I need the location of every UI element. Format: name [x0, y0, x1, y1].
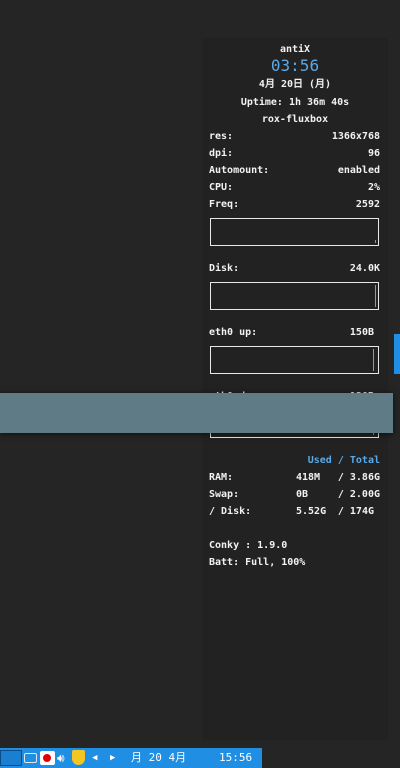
cpu-label: CPU:	[209, 182, 234, 193]
window-strip[interactable]	[0, 393, 393, 433]
dpi-label: dpi:	[209, 148, 234, 159]
eth-up-graph-line	[373, 349, 374, 371]
freq-label: Freq:	[209, 199, 240, 210]
res-label: res:	[209, 131, 234, 142]
disk-value: 24.0K	[349, 263, 380, 274]
cpu-graph	[210, 218, 379, 246]
automount-label: Automount:	[209, 165, 270, 176]
battery-status: Batt: Full, 100%	[209, 557, 306, 568]
freq-value: 2592	[355, 199, 380, 210]
disk-usage-total: / 174G	[337, 506, 374, 517]
automount-value: enabled	[337, 165, 380, 176]
disk-label: Disk:	[209, 263, 240, 274]
volume-icon[interactable]: 🔊︎	[57, 748, 65, 768]
hostname: antiX	[279, 44, 311, 55]
window-manager: rox-fluxbox	[261, 114, 329, 125]
taskbar-empty-area	[262, 748, 400, 768]
uptime: Uptime: 1h 36m 40s	[240, 97, 350, 108]
ram-used: 418M	[296, 472, 321, 483]
shield-icon[interactable]	[72, 750, 85, 765]
disk-usage-used: 5.52G	[296, 506, 327, 517]
swap-label: Swap:	[209, 489, 240, 500]
used-total-header: Used / Total	[307, 455, 380, 466]
eth-up-value: 150B	[349, 327, 374, 338]
japan-flag-icon[interactable]	[40, 751, 55, 765]
disk-usage-label: / Disk:	[209, 506, 252, 517]
conky-date: 4月 20日 (月)	[258, 79, 332, 90]
conky-version: Conky : 1.9.0	[209, 540, 288, 551]
eth-up-graph	[210, 346, 379, 374]
swap-total: / 2.00G	[337, 489, 380, 500]
conky-panel: antiX 03:56 4月 20日 (月) Uptime: 1h 36m 40…	[202, 38, 388, 740]
arrow-right-icon[interactable]: ▶	[110, 748, 115, 768]
disk-graph	[210, 282, 379, 310]
cpu-value: 2%	[367, 182, 380, 193]
eth-up-label: eth0 up:	[209, 327, 258, 338]
taskbar-date[interactable]: 月 20 4月	[131, 748, 186, 768]
keyboard-icon[interactable]	[24, 753, 37, 763]
side-panel-tab[interactable]	[394, 334, 400, 374]
disk-graph-line	[375, 285, 376, 307]
conky-clock: 03:56	[270, 56, 320, 75]
ram-label: RAM:	[209, 472, 234, 483]
start-menu-icon[interactable]	[0, 750, 22, 766]
taskbar-clock[interactable]: 15:56	[219, 748, 252, 768]
arrow-left-icon[interactable]: ◀	[92, 748, 97, 768]
cpu-graph-line	[375, 240, 376, 243]
dpi-value: 96	[367, 148, 380, 159]
res-value: 1366x768	[331, 131, 380, 142]
ram-total: / 3.86G	[337, 472, 380, 483]
swap-used: 0B	[296, 489, 309, 500]
